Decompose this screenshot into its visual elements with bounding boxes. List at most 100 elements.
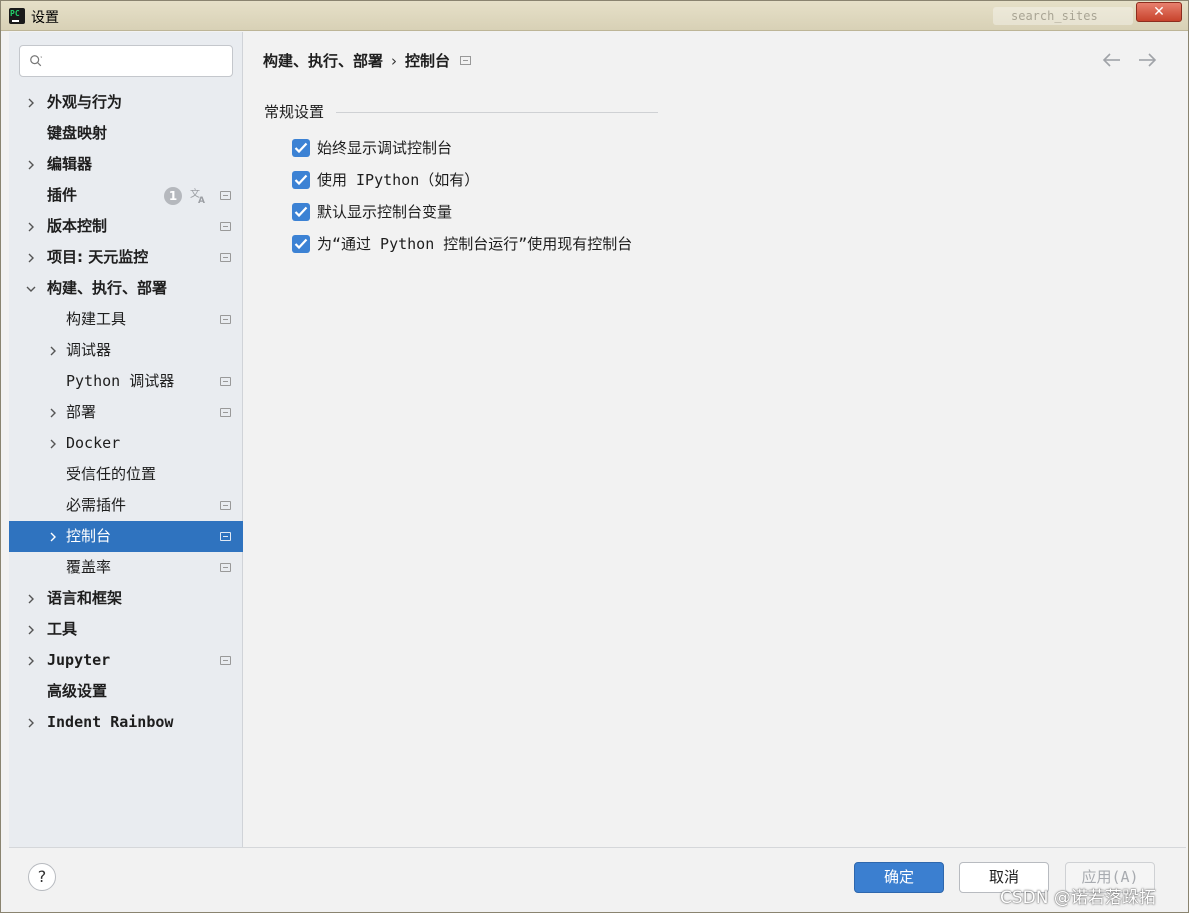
chevron-right-icon[interactable]	[47, 521, 59, 552]
project-level-icon	[220, 315, 231, 324]
sidebar-item-label: Jupyter	[47, 651, 111, 669]
sidebar-item-label: 构建工具	[66, 310, 127, 328]
sidebar-item[interactable]: 高级设置	[9, 676, 243, 707]
settings-search-input[interactable]	[52, 50, 228, 72]
settings-window: PC 设置 search_sites ✕ 外观与行为键盘映射编辑器插件 1 文 A 版本…	[0, 0, 1189, 913]
window-title: 设置	[31, 10, 59, 26]
chevron-right-icon[interactable]	[47, 397, 59, 428]
settings-sidebar: 外观与行为键盘映射编辑器插件 1 文 A 版本控制项目: 天元监控构建、执行、部署构建工…	[9, 32, 243, 847]
chevron-down-icon[interactable]	[25, 273, 37, 304]
sidebar-item[interactable]: 受信任的位置	[9, 459, 243, 490]
sidebar-item[interactable]: Indent Rainbow	[9, 707, 243, 738]
translate-icon: 文A	[189, 186, 207, 206]
project-level-icon	[220, 563, 231, 572]
checkbox[interactable]	[292, 203, 310, 221]
option-label: 默认显示控制台变量	[317, 203, 453, 221]
breadcrumb: 构建、执行、部署 › 控制台	[263, 50, 472, 72]
chevron-right-icon[interactable]	[25, 645, 37, 676]
ghost-search-text: search_sites	[993, 7, 1133, 25]
sidebar-item[interactable]: 编辑器	[9, 149, 243, 180]
pycharm-app-icon: PC	[9, 8, 25, 24]
project-level-icon	[220, 408, 231, 417]
sidebar-item[interactable]: 语言和框架	[9, 583, 243, 614]
project-level-icon	[220, 222, 231, 231]
sidebar-item[interactable]: 控制台	[9, 521, 243, 552]
sidebar-item-label: 覆盖率	[66, 558, 112, 576]
update-count-badge: 1	[164, 187, 182, 205]
sidebar-item-label: 项目: 天元监控	[47, 248, 149, 266]
chevron-right-icon[interactable]	[47, 428, 59, 459]
breadcrumb-item-build[interactable]: 构建、执行、部署	[263, 52, 383, 70]
sidebar-item-label: 外观与行为	[47, 93, 123, 111]
sidebar-item-label: 高级设置	[47, 682, 108, 700]
project-level-icon	[220, 656, 231, 665]
sidebar-item-label: Python 调试器	[66, 372, 175, 390]
chevron-right-icon[interactable]	[25, 707, 37, 738]
svg-text:A: A	[198, 196, 205, 204]
help-button[interactable]: ?	[28, 863, 56, 891]
sidebar-item-label: 编辑器	[47, 155, 93, 173]
option-label: 使用 IPython（如有）	[317, 171, 480, 189]
sidebar-item[interactable]: 工具	[9, 614, 243, 645]
checkbox[interactable]	[292, 235, 310, 253]
option-label: 始终显示调试控制台	[317, 139, 453, 157]
forward-arrow-icon[interactable]	[1136, 50, 1158, 70]
project-level-icon	[220, 191, 231, 200]
project-level-icon	[220, 532, 231, 541]
search-icon	[30, 55, 43, 67]
chevron-right-icon[interactable]	[47, 335, 59, 366]
sidebar-item-label: 受信任的位置	[66, 465, 157, 483]
ok-button[interactable]: 确定	[854, 862, 944, 893]
sidebar-item[interactable]: 构建、执行、部署	[9, 273, 243, 304]
sidebar-item[interactable]: 版本控制	[9, 211, 243, 242]
checkbox[interactable]	[292, 171, 310, 189]
sidebar-item-label: 调试器	[66, 341, 112, 359]
chevron-right-icon[interactable]	[25, 583, 37, 614]
close-button[interactable]: ✕	[1136, 2, 1182, 22]
sidebar-item[interactable]: 部署	[9, 397, 243, 428]
sidebar-item[interactable]: Python 调试器	[9, 366, 243, 397]
settings-search-box[interactable]	[19, 45, 233, 77]
sidebar-item[interactable]: 项目: 天元监控	[9, 242, 243, 273]
sidebar-item[interactable]: 外观与行为	[9, 87, 243, 118]
sidebar-item[interactable]: 键盘映射	[9, 118, 243, 149]
sidebar-item[interactable]: 调试器	[9, 335, 243, 366]
chevron-right-icon[interactable]	[25, 614, 37, 645]
watermark: CSDN @诺若落跺拓	[1000, 888, 1156, 908]
sidebar-item[interactable]: Docker	[9, 428, 243, 459]
option-label: 为“通过 Python 控制台运行”使用现有控制台	[317, 235, 633, 253]
project-level-icon	[460, 56, 472, 65]
chevron-right-icon[interactable]	[25, 149, 37, 180]
breadcrumb-item-console: 控制台	[405, 52, 451, 70]
sidebar-item-label: 语言和框架	[47, 589, 123, 607]
sidebar-item-label: 版本控制	[47, 217, 108, 235]
sidebar-item-label: Indent Rainbow	[47, 713, 174, 731]
sidebar-item-label: 工具	[47, 620, 78, 638]
settings-content: 构建、执行、部署 › 控制台 常规设置 始终显示调试控制台使用 IPython（如有…	[244, 32, 1188, 847]
project-level-icon	[220, 377, 231, 386]
sidebar-item-label: 键盘映射	[47, 124, 108, 142]
section-divider	[336, 112, 658, 113]
sidebar-item[interactable]: 覆盖率	[9, 552, 243, 583]
section-title-general: 常规设置	[264, 103, 325, 121]
title-bar[interactable]: PC 设置 search_sites ✕	[1, 1, 1188, 31]
sidebar-item-label: 插件	[47, 186, 78, 204]
sidebar-item-label: Docker	[66, 434, 121, 452]
sidebar-item-label: 构建、执行、部署	[47, 279, 168, 297]
back-arrow-icon[interactable]	[1101, 50, 1123, 70]
sidebar-item[interactable]: Jupyter	[9, 645, 243, 676]
chevron-right-icon[interactable]	[25, 242, 37, 273]
sidebar-item-label: 必需插件	[66, 496, 127, 514]
checkbox[interactable]	[292, 139, 310, 157]
breadcrumb-separator: ›	[391, 52, 398, 70]
sidebar-item[interactable]: 插件 1 文 A	[9, 180, 243, 211]
background-window-ghost: search_sites	[921, 5, 1136, 27]
chevron-right-icon[interactable]	[25, 211, 37, 242]
project-level-icon	[220, 501, 231, 510]
chevron-right-icon[interactable]	[25, 87, 37, 118]
project-level-icon	[220, 253, 231, 262]
sidebar-item-label: 控制台	[66, 527, 112, 545]
settings-tree: 外观与行为键盘映射编辑器插件 1 文 A 版本控制项目: 天元监控构建、执行、部署构建工…	[9, 87, 243, 738]
sidebar-item[interactable]: 构建工具	[9, 304, 243, 335]
sidebar-item[interactable]: 必需插件	[9, 490, 243, 521]
